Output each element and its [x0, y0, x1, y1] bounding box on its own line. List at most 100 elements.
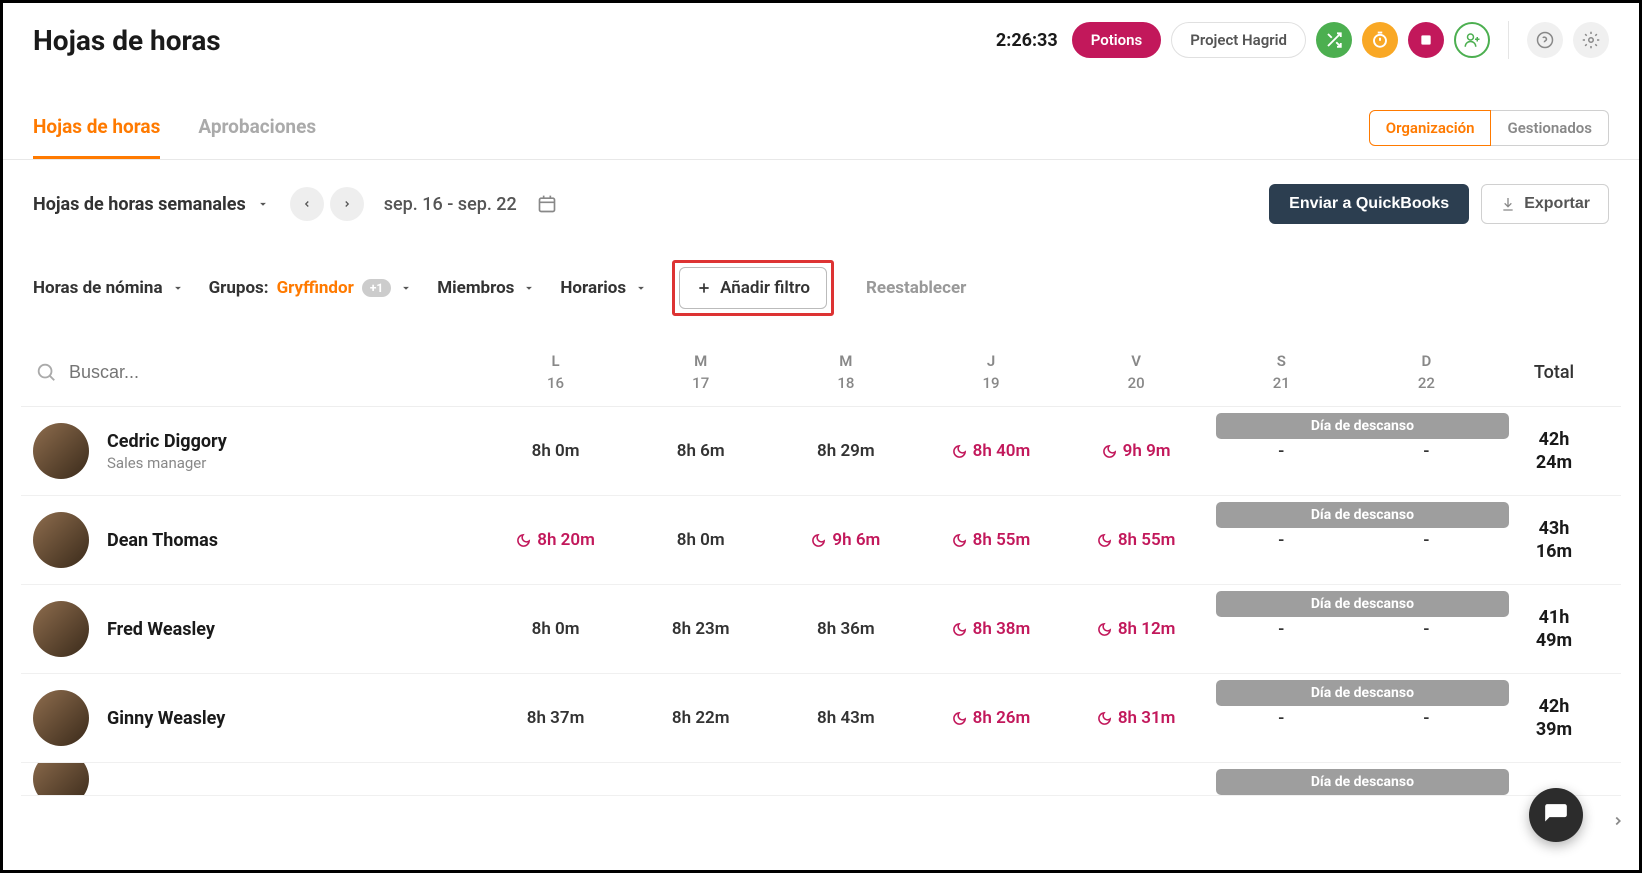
hour-cell[interactable]: - [1209, 441, 1354, 461]
filter-groups[interactable]: Grupos: Gryffindor +1 [209, 278, 414, 298]
filter-members[interactable]: Miembros [437, 278, 536, 298]
hour-cell[interactable]: 8h 23m [628, 619, 773, 639]
search-icon [35, 361, 57, 383]
add-user-icon[interactable] [1454, 22, 1490, 58]
table-row[interactable]: Día de descansoCedric DiggorySales manag… [21, 407, 1621, 496]
hour-cell[interactable]: - [1209, 708, 1354, 728]
segment-managed[interactable]: Gestionados [1491, 110, 1609, 146]
tab-timesheets[interactable]: Hojas de horas [33, 97, 160, 159]
download-icon [1500, 196, 1516, 212]
hour-cell[interactable]: 9h 9m [1064, 441, 1209, 461]
hour-cell[interactable]: 8h 31m [1064, 708, 1209, 728]
timer-icon[interactable] [1362, 22, 1398, 58]
divider [1508, 21, 1509, 59]
hour-cell[interactable]: 8h 43m [773, 708, 918, 728]
avatar [33, 763, 89, 796]
stop-icon[interactable] [1408, 22, 1444, 58]
rest-day-badge: Día de descanso [1216, 591, 1509, 617]
hour-cell[interactable]: 8h 0m [483, 441, 628, 461]
controls-right: Enviar a QuickBooks Exportar [1269, 184, 1609, 224]
avatar [33, 512, 89, 568]
hour-cell[interactable]: 8h 38m [918, 619, 1063, 639]
send-quickbooks-button[interactable]: Enviar a QuickBooks [1269, 184, 1469, 224]
hour-cell[interactable]: - [1354, 619, 1499, 639]
filter-groups-label: Grupos: [209, 278, 269, 298]
tabs-row: Hojas de horas Aprobaciones Organización… [3, 97, 1639, 160]
hour-cell[interactable]: 8h 36m [773, 619, 918, 639]
filter-groups-badge: +1 [362, 279, 391, 297]
export-button[interactable]: Exportar [1481, 184, 1609, 224]
hour-cell[interactable]: 9h 6m [773, 530, 918, 550]
add-filter-label: Añadir filtro [720, 278, 810, 298]
project-pill-active[interactable]: Potions [1072, 22, 1162, 58]
hour-cell[interactable]: 8h 22m [628, 708, 773, 728]
filter-members-label: Miembros [437, 278, 514, 298]
filter-row: Horas de nómina Grupos: Gryffindor +1 Mi… [3, 248, 1639, 338]
filter-groups-value: Gryffindor [277, 278, 354, 298]
date-nav [290, 187, 364, 221]
rest-day-badge: Día de descanso [1216, 769, 1509, 795]
hour-cell[interactable]: 8h 55m [1064, 530, 1209, 550]
chat-button[interactable] [1529, 788, 1583, 842]
project-pill-secondary[interactable]: Project Hagrid [1171, 22, 1306, 58]
hour-cell[interactable]: 8h 40m [918, 441, 1063, 461]
add-filter-button[interactable]: Añadir filtro [679, 267, 827, 309]
hour-cell[interactable]: 8h 29m [773, 441, 918, 461]
prev-week-button[interactable] [290, 187, 324, 221]
top-bar-right: 2:26:33 Potions Project Hagrid [996, 21, 1609, 59]
segment-organization[interactable]: Organización [1369, 110, 1492, 146]
table-row[interactable]: Día de descanso [21, 763, 1621, 796]
hour-cell[interactable]: - [1354, 441, 1499, 461]
filter-hours[interactable]: Horas de nómina [33, 278, 185, 298]
rest-day-badge: Día de descanso [1216, 413, 1509, 439]
hour-cell[interactable]: 8h 55m [918, 530, 1063, 550]
user-name: Dean Thomas [107, 530, 218, 551]
controls-row: Hojas de horas semanales sep. 16 - sep. … [3, 160, 1639, 248]
hour-cell[interactable]: 8h 26m [918, 708, 1063, 728]
reset-filters[interactable]: Reestablecer [866, 278, 966, 298]
period-label: Hojas de horas semanales [33, 194, 246, 215]
hour-cell[interactable]: 8h 20m [483, 530, 628, 550]
settings-icon[interactable] [1573, 22, 1609, 58]
avatar [33, 601, 89, 657]
next-week-button[interactable] [330, 187, 364, 221]
day-header: J19 [918, 352, 1063, 392]
day-header: M17 [628, 352, 773, 392]
chevron-down-icon [171, 281, 185, 295]
chevron-down-icon [256, 197, 270, 211]
avatar [33, 423, 89, 479]
day-header: V20 [1064, 352, 1209, 392]
chevron-down-icon [399, 281, 413, 295]
user-name: Cedric Diggory [107, 431, 227, 452]
shuffle-icon[interactable] [1316, 22, 1352, 58]
table-row[interactable]: Día de descanso Dean Thomas 8h 20m8h 0m9h … [21, 496, 1621, 585]
period-dropdown[interactable]: Hojas de horas semanales [33, 194, 270, 215]
table-row[interactable]: Día de descansoGinny Weasley8h 37m8h 22m… [21, 674, 1621, 763]
chevron-down-icon [634, 281, 648, 295]
timesheet-table: L16 M17 M18 J19 V20 S21 D22 Total Día de… [3, 338, 1639, 796]
hour-cell[interactable]: - [1209, 530, 1354, 550]
hour-cell[interactable]: 8h 0m [483, 619, 628, 639]
hour-cell[interactable]: 8h 12m [1064, 619, 1209, 639]
table-row[interactable]: Día de descansoFred Weasley8h 0m8h 23m8h… [21, 585, 1621, 674]
help-icon[interactable] [1527, 22, 1563, 58]
hour-cell[interactable]: 8h 6m [628, 441, 773, 461]
tab-approvals[interactable]: Aprobaciones [198, 97, 316, 159]
user-name: Ginny Weasley [107, 708, 225, 729]
day-header: D22 [1354, 352, 1499, 392]
side-expand-icon[interactable] [1611, 814, 1625, 828]
user-cell: Fred Weasley [33, 601, 483, 657]
hour-cell[interactable]: - [1209, 619, 1354, 639]
hour-cell[interactable]: 8h 0m [628, 530, 773, 550]
hour-cell[interactable]: - [1354, 708, 1499, 728]
total-cell: 43h16m [1499, 517, 1609, 564]
total-cell: 41h49m [1499, 606, 1609, 653]
calendar-icon[interactable] [537, 194, 557, 214]
total-cell: 42h39m [1499, 695, 1609, 742]
rest-day-badge: Día de descanso [1216, 502, 1509, 528]
controls-left: Hojas de horas semanales sep. 16 - sep. … [33, 187, 557, 221]
filter-schedules[interactable]: Horarios [560, 278, 648, 298]
hour-cell[interactable]: 8h 37m [483, 708, 628, 728]
hour-cell[interactable]: - [1354, 530, 1499, 550]
search-input[interactable] [69, 362, 369, 383]
